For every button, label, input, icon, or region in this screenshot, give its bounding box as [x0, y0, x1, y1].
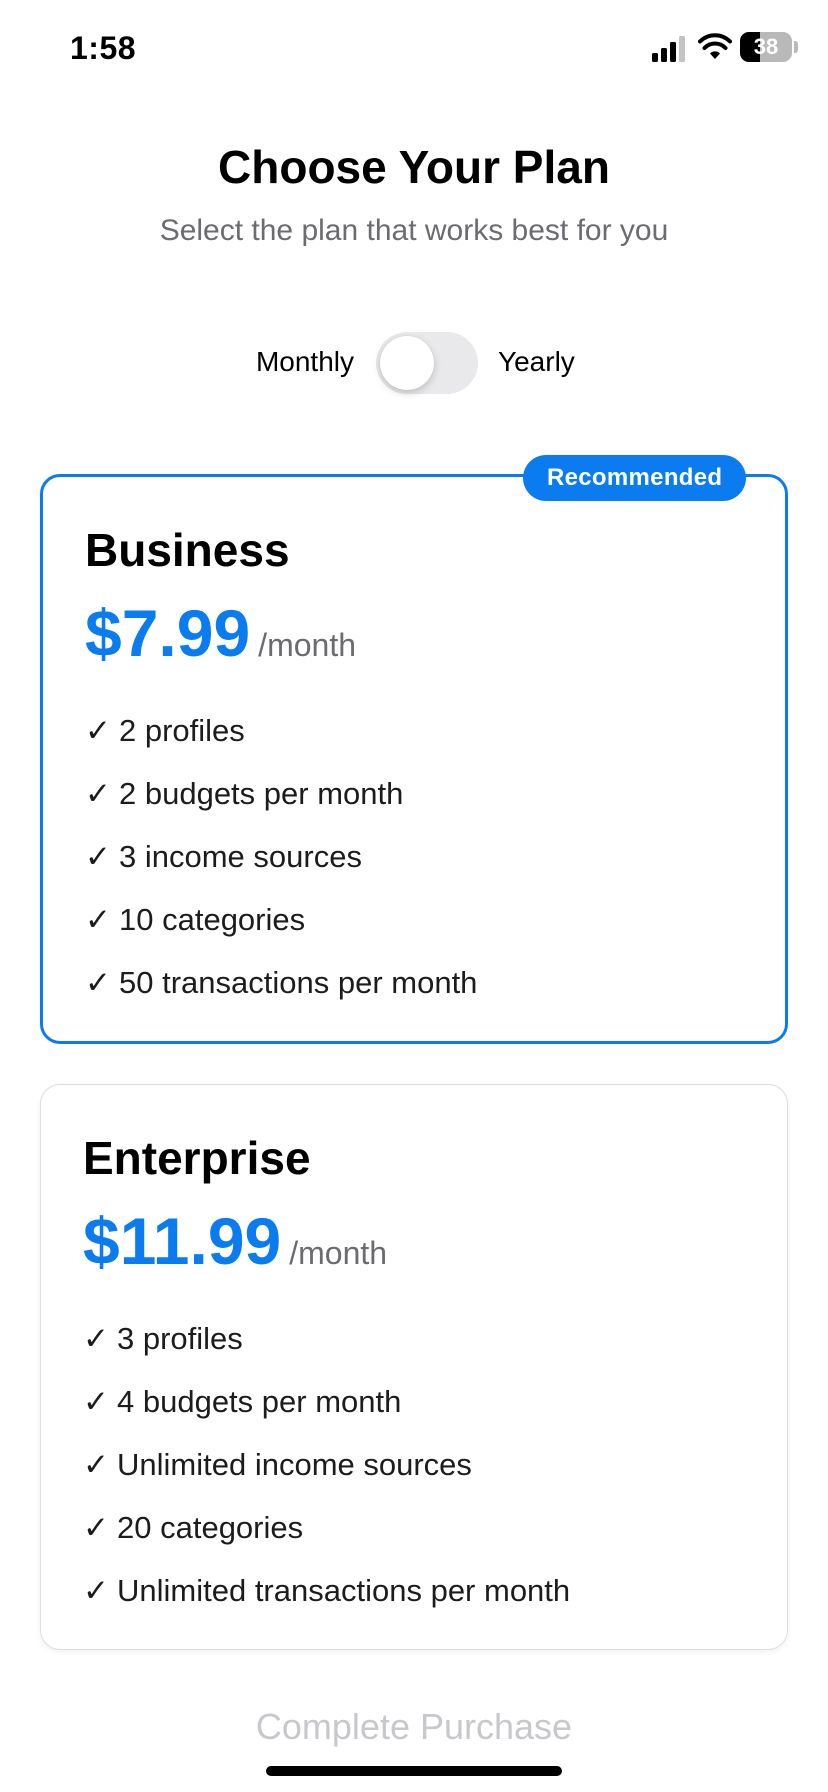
feature-item: ✓ 4 budgets per month [83, 1382, 570, 1445]
wifi-icon [698, 33, 732, 59]
checkmark-icon: ✓ [83, 1510, 109, 1545]
yearly-label[interactable]: Yearly [498, 346, 575, 378]
page-subtitle: Select the plan that works best for you [159, 214, 669, 247]
plan-period: /month [258, 627, 356, 663]
billing-period-switch[interactable] [376, 332, 478, 394]
price-row: $7.99/month [85, 595, 356, 671]
battery-icon: 38 [740, 32, 792, 62]
checkmark-icon: ✓ [85, 776, 111, 811]
feature-list: ✓ 2 profiles ✓ 2 budgets per month ✓ 3 inco… [85, 711, 477, 1026]
checkmark-icon: ✓ [85, 902, 111, 937]
plan-name: Business [85, 524, 290, 576]
switch-knob [380, 336, 434, 390]
plan-price: $11.99 [83, 1204, 282, 1278]
feature-item: ✓ Unlimited income sources [83, 1445, 570, 1508]
status-bar: 1:58 38 [0, 0, 828, 100]
feature-item: ✓ 50 transactions per month [85, 963, 477, 1026]
complete-purchase-button[interactable]: Complete Purchase [0, 1706, 828, 1748]
home-indicator [266, 1766, 562, 1776]
monthly-label[interactable]: Monthly [256, 346, 354, 378]
feature-item: ✓ 2 budgets per month [85, 774, 477, 837]
feature-item: ✓ 3 income sources [85, 837, 477, 900]
plan-card-business[interactable]: Recommended Business $7.99/month ✓ 2 prof… [40, 455, 788, 1044]
feature-item: ✓ 2 profiles [85, 711, 477, 774]
feature-list: ✓ 3 profiles ✓ 4 budgets per month ✓ Unlimi… [83, 1319, 570, 1634]
plan-period: /month [289, 1235, 388, 1271]
feature-item: ✓ Unlimited transactions per month [83, 1571, 570, 1634]
plan-card-enterprise[interactable]: Enterprise $11.99/month ✓ 3 profiles ✓ 4 b… [40, 1084, 788, 1650]
checkmark-icon: ✓ [83, 1384, 109, 1419]
checkmark-icon: ✓ [85, 839, 111, 874]
billing-toggle: Monthly Yearly [0, 332, 828, 394]
price-row: $11.99/month [83, 1203, 387, 1279]
plan-name: Enterprise [83, 1132, 311, 1184]
battery-level: 38 [753, 34, 779, 59]
battery-tip [794, 41, 798, 53]
status-time: 1:58 [70, 30, 137, 66]
recommended-badge: Recommended [523, 455, 747, 501]
checkmark-icon: ✓ [83, 1573, 109, 1608]
checkmark-icon: ✓ [85, 965, 111, 1000]
signal-icon [652, 36, 690, 62]
checkmark-icon: ✓ [85, 713, 111, 748]
feature-item: ✓ 3 profiles [83, 1319, 570, 1382]
checkmark-icon: ✓ [83, 1447, 109, 1482]
plan-price: $7.99 [85, 596, 251, 670]
feature-item: ✓ 10 categories [85, 900, 477, 963]
feature-item: ✓ 20 categories [83, 1508, 570, 1571]
checkmark-icon: ✓ [83, 1321, 109, 1356]
page-title: Choose Your Plan [218, 141, 610, 193]
